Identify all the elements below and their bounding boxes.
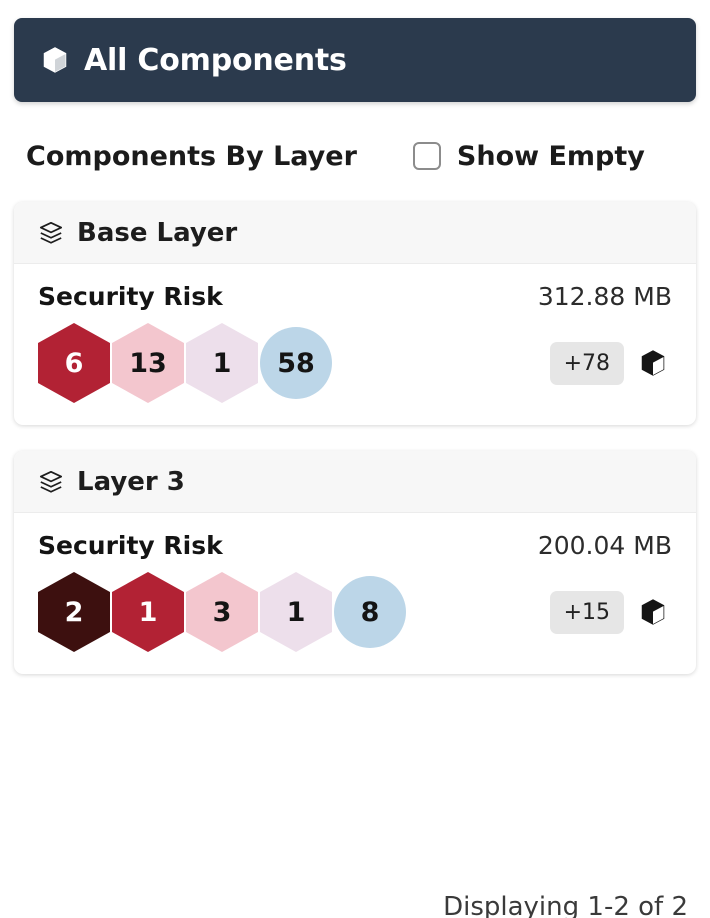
severity-badge[interactable]: 1 <box>260 572 332 652</box>
layer-name: Base Layer <box>77 217 238 248</box>
risk-label: Security Risk <box>38 531 223 560</box>
layer-card-header: Layer 3 <box>14 451 696 513</box>
more-count-badge[interactable]: +15 <box>549 590 624 634</box>
layers-icon <box>38 469 64 495</box>
layer-name: Layer 3 <box>77 466 185 497</box>
risk-label: Security Risk <box>38 282 223 311</box>
page-header: All Components <box>14 18 696 102</box>
layer-size: 312.88 MB <box>537 282 672 311</box>
component-count-group: +78 <box>549 341 672 385</box>
layer-summary-row: Security Risk 312.88 MB <box>38 282 672 311</box>
layer-detail-row: 2 1 3 1 8 +15 <box>38 572 672 652</box>
component-count-group: +15 <box>549 590 672 634</box>
section-label: Components By Layer <box>26 140 357 172</box>
severity-badge[interactable]: 13 <box>112 323 184 403</box>
severity-badge[interactable]: 6 <box>38 323 110 403</box>
severity-badge[interactable]: 1 <box>112 572 184 652</box>
layer-card[interactable]: Base Layer Security Risk 312.88 MB 6 13 … <box>14 202 696 425</box>
severity-badge[interactable]: 8 <box>334 576 406 648</box>
layer-card[interactable]: Layer 3 Security Risk 200.04 MB 2 1 3 1 … <box>14 451 696 674</box>
box-icon <box>40 45 70 75</box>
severity-badge[interactable]: 1 <box>186 323 258 403</box>
severity-badge[interactable]: 58 <box>260 327 332 399</box>
severity-badge[interactable]: 2 <box>38 572 110 652</box>
show-empty-checkbox[interactable] <box>412 142 441 170</box>
layer-card-body: Security Risk 312.88 MB 6 13 1 58 +78 <box>14 264 696 425</box>
layer-summary-row: Security Risk 200.04 MB <box>38 531 672 560</box>
layer-detail-row: 6 13 1 58 +78 <box>38 323 672 403</box>
layer-card-body: Security Risk 200.04 MB 2 1 3 1 8 +15 <box>14 513 696 674</box>
box-icon <box>638 597 668 627</box>
box-icon <box>638 348 668 378</box>
pagination-status: Displaying 1-2 of 2 <box>443 892 688 918</box>
severity-badge-group: 6 13 1 58 <box>38 323 332 403</box>
components-page: All Components Components By Layer Show … <box>0 18 710 918</box>
severity-badge[interactable]: 3 <box>186 572 258 652</box>
show-empty-toggle[interactable]: Show Empty <box>412 140 645 172</box>
severity-badge-group: 2 1 3 1 8 <box>38 572 406 652</box>
controls-row: Components By Layer Show Empty <box>14 136 696 176</box>
layer-card-header: Base Layer <box>14 202 696 264</box>
layers-icon <box>38 220 64 246</box>
more-count-badge[interactable]: +78 <box>549 341 624 385</box>
show-empty-label: Show Empty <box>456 140 645 172</box>
page-title: All Components <box>84 42 347 78</box>
layer-size: 200.04 MB <box>537 531 672 560</box>
layer-card-list: Base Layer Security Risk 312.88 MB 6 13 … <box>14 202 696 674</box>
